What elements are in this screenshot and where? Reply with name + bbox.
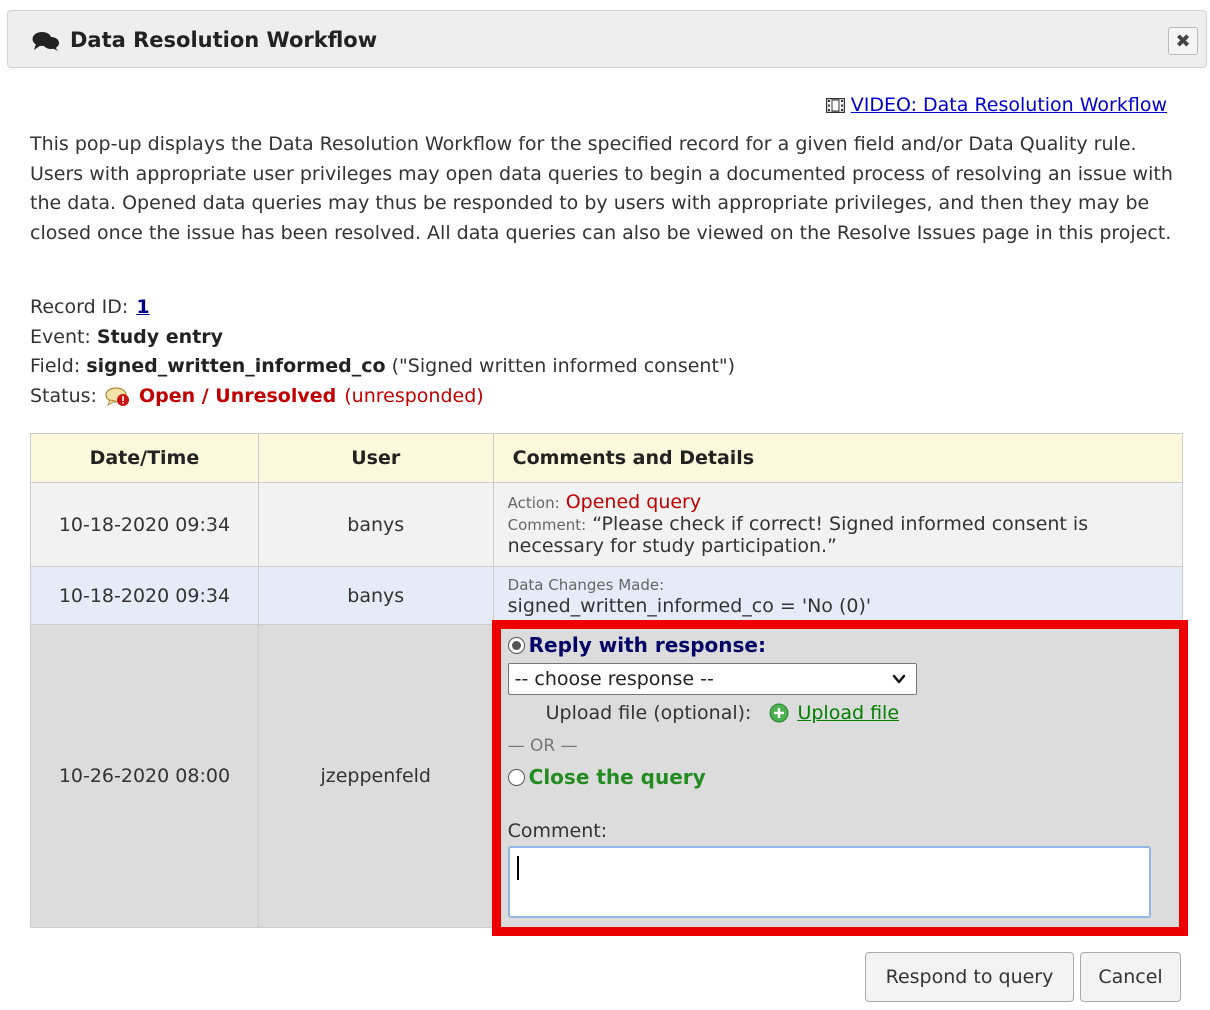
close-button[interactable]: ✖	[1168, 27, 1198, 55]
col-header-user: User	[257, 433, 494, 483]
col-header-comments: Comments and Details	[492, 433, 1184, 483]
col-header-datetime: Date/Time	[30, 433, 259, 483]
dialog-title: Data Resolution Workflow	[70, 28, 378, 52]
event-value: Study entry	[96, 325, 224, 348]
query-bubble-icon	[105, 387, 129, 407]
row-details: Action: Opened query Comment: “Please ch…	[492, 482, 1184, 567]
reply-radio[interactable]	[507, 636, 525, 654]
action-label: Action:	[507, 494, 560, 512]
reply-label: Reply with response:	[528, 633, 766, 657]
close-query-radio[interactable]	[507, 768, 525, 786]
row-details: Data Changes Made: signed_written_inform…	[492, 566, 1184, 625]
film-icon	[825, 97, 845, 113]
close-query-option[interactable]: Close the query	[507, 765, 706, 789]
status-label: Status:	[30, 384, 97, 407]
row-user: banys	[257, 482, 494, 567]
row-user: jzeppenfeld	[257, 624, 494, 928]
comment-value: “Please check if correct! Signed informe…	[507, 513, 1089, 557]
response-select[interactable]: -- choose response --	[507, 663, 917, 695]
comments-icon	[32, 32, 59, 51]
status-value: Open / Unresolved	[138, 384, 337, 407]
upload-file-link[interactable]: Upload file	[797, 702, 899, 724]
record-id-label: Record ID:	[30, 296, 129, 318]
record-meta: Record ID: 1 Event: Study entry Field: s…	[30, 293, 735, 411]
close-icon: ✖	[1175, 30, 1191, 52]
upload-row: Upload file (optional): Upload file	[546, 702, 899, 724]
data-changes-value: signed_written_informed_co = 'No (0)'	[507, 594, 872, 617]
table-header-row: Date/Time User Comments and Details	[30, 433, 1184, 483]
table-row: 10-26-2020 08:00 jzeppenfeld Reply with …	[30, 620, 1188, 936]
response-form-cell: Reply with response: -- choose response …	[491, 620, 1188, 936]
comment-textarea[interactable]	[507, 846, 1151, 918]
response-select-value: -- choose response --	[514, 668, 714, 690]
text-caret	[516, 856, 519, 880]
action-value: Opened query	[565, 491, 702, 513]
or-divider: — OR —	[507, 736, 578, 756]
table-row: 10-18-2020 09:34 banys Action: Opened qu…	[30, 482, 1184, 567]
intro-text: This pop-up displays the Data Resolution…	[30, 133, 1173, 244]
cancel-button[interactable]: Cancel	[1080, 952, 1181, 1002]
video-link[interactable]: VIDEO: Data Resolution Workflow	[851, 94, 1167, 116]
row-datetime: 10-26-2020 08:00	[30, 624, 259, 928]
reply-option[interactable]: Reply with response:	[507, 633, 766, 657]
chevron-down-icon	[892, 674, 905, 684]
dialog-titlebar: Data Resolution Workflow ✖	[7, 10, 1207, 68]
record-id-link[interactable]: 1	[136, 293, 149, 323]
upload-label: Upload file (optional):	[545, 702, 752, 724]
event-label: Event:	[30, 325, 91, 348]
table-row: 10-18-2020 09:34 banys Data Changes Made…	[30, 566, 1184, 625]
row-user: banys	[257, 566, 494, 625]
comment-label: Comment:	[507, 516, 587, 534]
comment-field-label: Comment:	[507, 820, 608, 842]
workflow-table: Date/Time User Comments and Details 10-1…	[30, 433, 1188, 936]
plus-circle-icon[interactable]	[769, 703, 789, 723]
field-label: Field:	[30, 355, 81, 377]
data-changes-label: Data Changes Made:	[507, 575, 665, 594]
status-note: (unresponded)	[344, 384, 484, 407]
respond-to-query-button[interactable]: Respond to query	[865, 952, 1074, 1002]
field-description: ("Signed written informed consent")	[391, 355, 736, 377]
row-datetime: 10-18-2020 09:34	[30, 566, 259, 625]
row-datetime: 10-18-2020 09:34	[30, 482, 259, 567]
response-form: Reply with response: -- choose response …	[494, 625, 1182, 927]
close-query-label: Close the query	[528, 765, 706, 789]
video-link-row: VIDEO: Data Resolution Workflow	[825, 94, 1167, 116]
field-value: signed_written_informed_co	[86, 355, 386, 377]
